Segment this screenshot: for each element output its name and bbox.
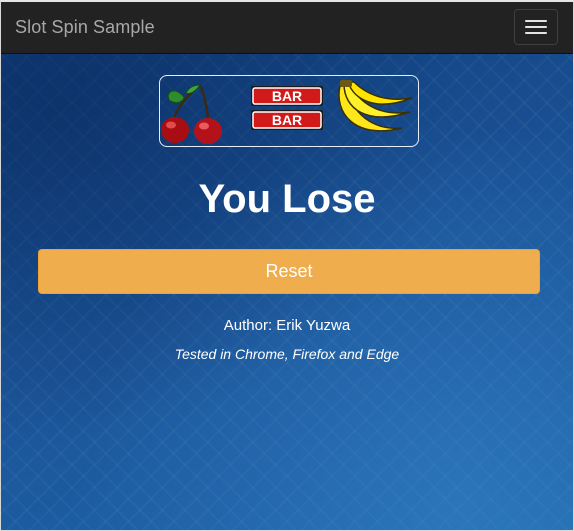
hamburger-icon (525, 20, 547, 22)
result-message: You Lose (198, 177, 376, 221)
main-content: BAR BAR You Lose Reset Author: Erik Yuzw… (1, 54, 573, 530)
navbar-brand[interactable]: Slot Spin Sample (15, 17, 155, 38)
author-credit: Author: Erik Yuzwa (223, 317, 351, 334)
tested-browsers-note: Tested in Chrome, Firefox and Edge (174, 346, 400, 362)
bar-label-bottom: BAR (272, 112, 302, 128)
double-bar-icon: BAR BAR (251, 86, 323, 130)
reset-button[interactable]: Reset (38, 249, 540, 294)
cherries-icon (161, 84, 222, 144)
bananas-icon (338, 80, 413, 132)
menu-toggle-button[interactable] (514, 9, 558, 45)
hamburger-icon-line (525, 26, 547, 28)
hamburger-icon-line (525, 32, 547, 34)
navbar: Slot Spin Sample (1, 2, 573, 54)
slot-reels: BAR BAR (159, 75, 419, 147)
app-window: Slot Spin Sample BAR BAR You Lose Reset … (0, 0, 574, 531)
bar-label-top: BAR (272, 88, 302, 104)
